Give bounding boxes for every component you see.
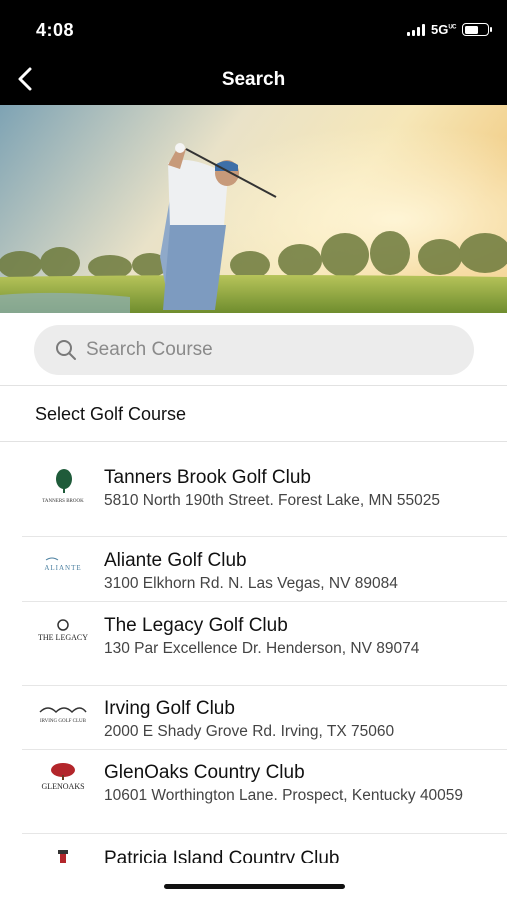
aliante-logo-icon: ALIANTE [44, 557, 81, 572]
status-time: 4:08 [36, 20, 75, 40]
divider-section [0, 441, 507, 442]
irving-logo-text: IRVING GOLF CLUB [40, 719, 87, 724]
course-text: GlenOaks Country Club 10601 Worthington … [104, 762, 507, 833]
golfer-illustration [0, 105, 507, 313]
status-indicators: 5GUC [406, 22, 492, 37]
course-name: GlenOaks Country Club [104, 762, 305, 783]
course-item-tanners-brook[interactable]: TANNERS BROOK Tanners Brook Golf Club 58… [22, 455, 507, 537]
course-item-the-legacy[interactable]: THE LEGACY The Legacy Golf Club 130 Par … [22, 602, 507, 686]
top-bar: 4:08 5GUC Search [0, 0, 507, 105]
aliante-logo-text: ALIANTE [44, 564, 81, 572]
search-bar[interactable] [34, 325, 474, 375]
course-logo-patricia-island [22, 848, 104, 863]
course-item-irving[interactable]: IRVING GOLF CLUB Irving Golf Club 2000 E… [22, 686, 507, 750]
course-address: 130 Par Excellence Dr. Henderson, NV 890… [104, 640, 420, 657]
course-text: Tanners Brook Golf Club 5810 North 190th… [104, 467, 507, 536]
tanners-brook-logo-icon: TANNERS BROOK [42, 469, 84, 504]
course-item-glenoaks[interactable]: GLENOAKS GlenOaks Country Club 10601 Wor… [22, 750, 507, 834]
tanners-brook-logo-text: TANNERS BROOK [42, 499, 84, 504]
network-label: 5G [430, 22, 449, 37]
course-logo-glenoaks: GLENOAKS [22, 762, 104, 833]
course-text: Aliante Golf Club 3100 Elkhorn Rd. N. La… [104, 550, 507, 601]
course-text: The Legacy Golf Club 130 Par Excellence … [104, 615, 507, 685]
glenoaks-logo-icon: GLENOAKS [41, 763, 85, 791]
course-text: Irving Golf Club 2000 E Shady Grove Rd. … [104, 698, 507, 749]
course-name: Tanners Brook Golf Club [104, 467, 311, 488]
course-name: Aliante Golf Club [104, 550, 247, 571]
course-logo-irving: IRVING GOLF CLUB [22, 698, 104, 749]
section-title: Select Golf Course [35, 404, 187, 424]
lighthouse-logo-icon [58, 850, 68, 863]
course-name: Patricia Island Country Club [104, 848, 340, 863]
signal-icon [406, 23, 425, 36]
irving-logo-icon: IRVING GOLF CLUB [39, 707, 87, 724]
course-logo-the-legacy: THE LEGACY [22, 615, 104, 685]
course-logo-tanners-brook: TANNERS BROOK [22, 467, 104, 536]
status-bar: 4:08 5GUC [0, 0, 507, 56]
network-suffix: UC [448, 24, 456, 31]
course-name: The Legacy Golf Club [104, 615, 288, 636]
divider-top [0, 385, 507, 386]
the-legacy-logo-icon: THE LEGACY [38, 619, 88, 642]
course-logo-aliante: ALIANTE [22, 550, 104, 601]
page-title: Search [221, 69, 286, 90]
the-legacy-logo-text: THE LEGACY [38, 633, 88, 642]
course-name: Irving Golf Club [104, 698, 235, 719]
course-address: 10601 Worthington Lane. Prospect, Kentuc… [104, 787, 464, 804]
search-section [0, 313, 507, 385]
course-item-aliante[interactable]: ALIANTE Aliante Golf Club 3100 Elkhorn R… [22, 537, 507, 602]
hero-image [0, 105, 507, 313]
search-icon [56, 340, 76, 360]
course-address: 3100 Elkhorn Rd. N. Las Vegas, NV 89084 [104, 575, 398, 592]
course-address: 5810 North 190th Street. Forest Lake, MN… [104, 492, 441, 509]
course-item-patricia-island[interactable]: Patricia Island Country Club [22, 834, 507, 863]
network-type: 5GUC [431, 22, 456, 37]
course-address: 2000 E Shady Grove Rd. Irving, TX 75060 [104, 723, 395, 740]
course-list: TANNERS BROOK Tanners Brook Golf Club 58… [22, 455, 507, 863]
glenoaks-logo-text: GLENOAKS [41, 782, 84, 791]
search-input[interactable] [86, 339, 446, 361]
home-indicator[interactable] [164, 884, 345, 889]
nav-bar: Search [0, 56, 507, 105]
course-text: Patricia Island Country Club [104, 848, 507, 863]
battery-icon [462, 23, 492, 36]
